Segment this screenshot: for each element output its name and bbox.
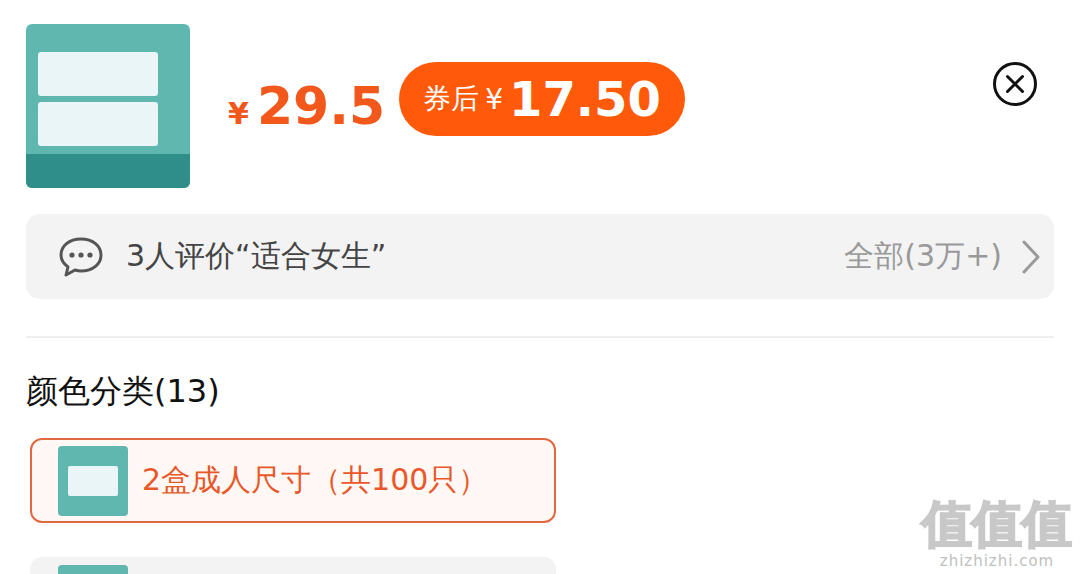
- coupon-price-badge: 券后¥17.50: [399, 62, 685, 136]
- option-image: [58, 565, 128, 574]
- sku-panel: ¥29.5券后¥17.50 3人评价“适合女生” 全部(3万+) 颜色分类(13) 2盒…: [0, 0, 1080, 574]
- divider: [26, 336, 1054, 338]
- price: ¥29.5: [228, 76, 385, 136]
- option-image: [58, 446, 128, 516]
- product-image: [26, 24, 190, 188]
- option-label: 2盒成人尺寸（共100只）: [142, 460, 488, 501]
- product-header: ¥29.5券后¥17.50: [26, 24, 1054, 188]
- watermark: 值值值zhizhizhi.com: [922, 497, 1072, 570]
- review-summary: 3人评价“适合女生”: [126, 236, 386, 277]
- close-icon[interactable]: [992, 61, 1038, 107]
- option-card[interactable]: [30, 557, 556, 574]
- chevron-right-icon: [1020, 238, 1042, 276]
- review-bar[interactable]: 3人评价“适合女生” 全部(3万+): [26, 214, 1054, 299]
- all-reviews-link[interactable]: 全部(3万+): [844, 236, 1002, 277]
- options-title: 颜色分类(13): [26, 370, 1054, 414]
- option-card[interactable]: 2盒成人尺寸（共100只）: [30, 438, 556, 523]
- chat-bubble-icon: [58, 236, 104, 278]
